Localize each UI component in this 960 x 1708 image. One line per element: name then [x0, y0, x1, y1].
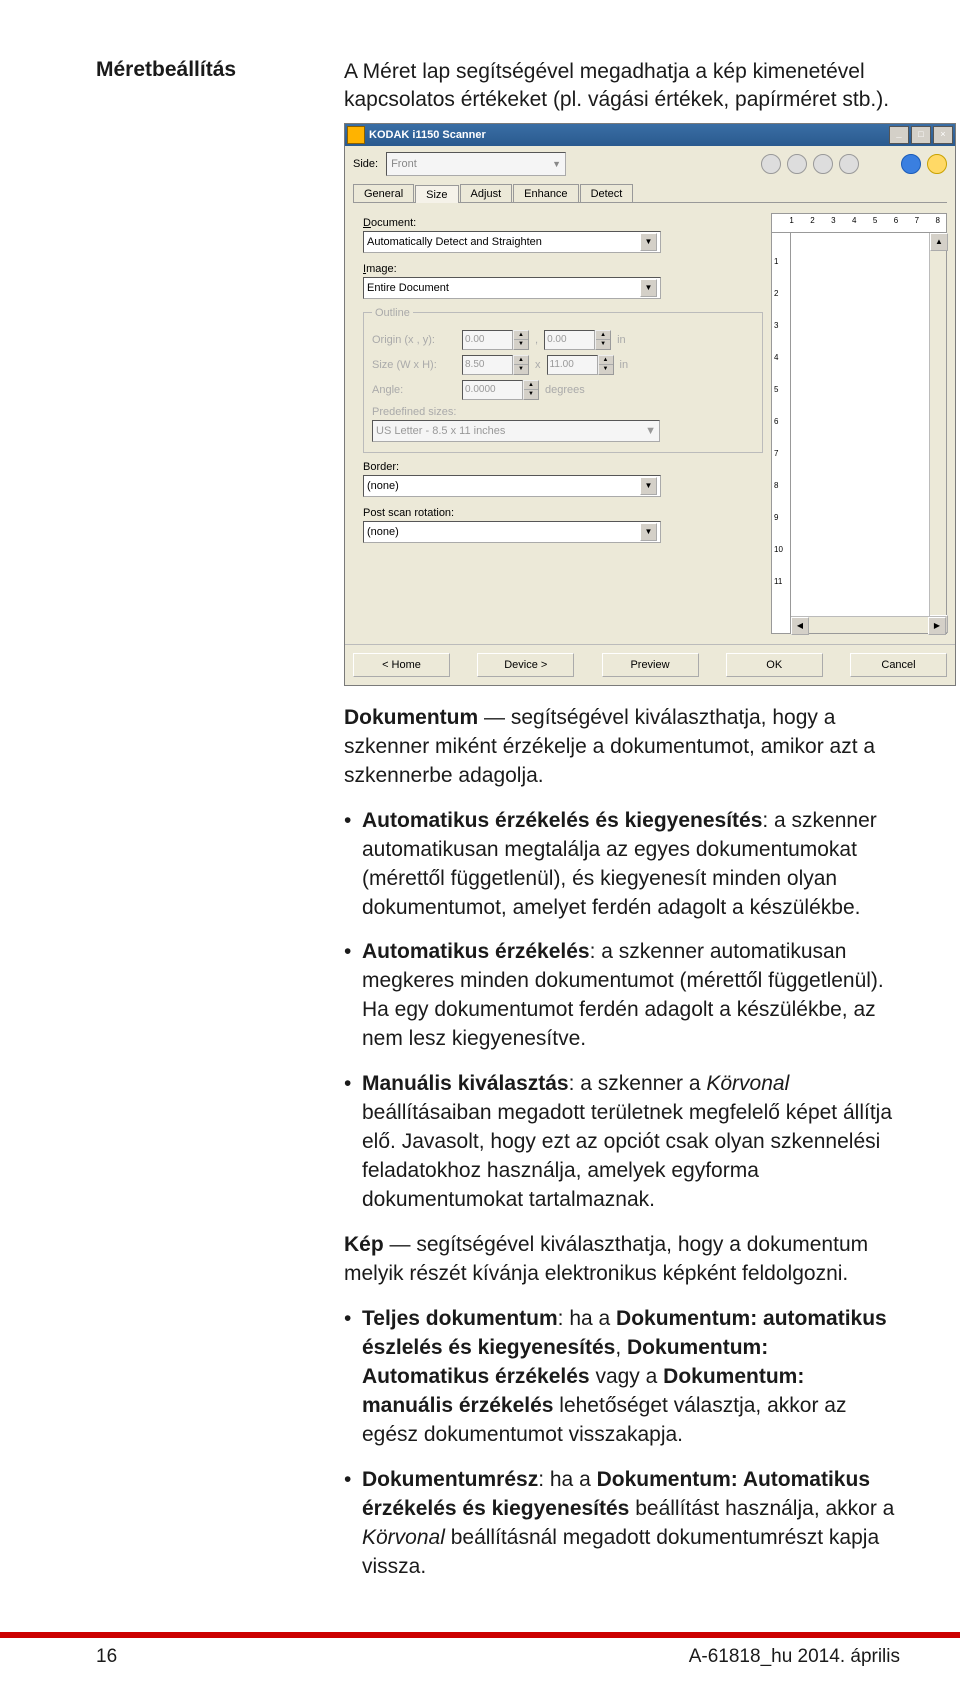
- border-select-value: (none): [367, 480, 399, 492]
- size-label: Size (W x H):: [372, 359, 462, 371]
- chevron-down-icon: ▼: [640, 477, 657, 495]
- side-select-value: Front: [391, 158, 417, 170]
- preview-pane: 1 2 3 4 5 6 7 8 9 10 11: [771, 233, 947, 634]
- size-w-spinner[interactable]: ▲▼: [513, 355, 529, 375]
- tab-size[interactable]: Size: [415, 185, 458, 203]
- ok-button[interactable]: OK: [726, 653, 823, 677]
- image-select[interactable]: Entire Document ▼: [363, 277, 661, 299]
- list-item: Automatikus érzékelés: a szkenner automa…: [344, 938, 900, 1054]
- border-select[interactable]: (none) ▼: [363, 475, 661, 497]
- body-text: Dokumentum — segítségével kiválaszthatja…: [344, 704, 900, 1582]
- document-select[interactable]: Automatically Detect and Straighten ▼: [363, 231, 661, 253]
- home-button[interactable]: < Home: [353, 653, 450, 677]
- tab-general[interactable]: General: [353, 184, 414, 202]
- size-h-spinner[interactable]: ▲▼: [598, 355, 614, 375]
- side-label: Side:: [353, 158, 378, 170]
- predef-select-value: US Letter - 8.5 x 11 inches: [376, 425, 505, 437]
- list-item: Automatikus érzékelés és kiegyenesítés: …: [344, 807, 900, 923]
- close-button[interactable]: ×: [933, 126, 953, 144]
- scrollbar-vertical[interactable]: ▲▼: [929, 233, 946, 633]
- tab-adjust[interactable]: Adjust: [460, 184, 513, 202]
- angle-input[interactable]: 0.0000: [462, 380, 523, 400]
- page-number: 16: [96, 1646, 117, 1668]
- image-label: Image:: [363, 263, 763, 275]
- preview-tool-icon[interactable]: [813, 154, 833, 174]
- list-item: Teljes dokumentum: ha a Dokumentum: auto…: [344, 1305, 900, 1450]
- ruler-vertical: 1 2 3 4 5 6 7 8 9 10 11: [772, 233, 791, 633]
- app-icon: [347, 126, 365, 144]
- angle-label: Angle:: [372, 384, 462, 396]
- outline-fieldset: Outline Origin (x , y): 0.00▲▼ , 0.00▲▼ …: [363, 307, 763, 453]
- minimize-button[interactable]: _: [889, 126, 909, 144]
- postscan-label: Post scan rotation:: [363, 507, 763, 519]
- angle-spinner[interactable]: ▲▼: [523, 380, 539, 400]
- tab-enhance[interactable]: Enhance: [513, 184, 578, 202]
- size-w-input[interactable]: 8.50: [462, 355, 513, 375]
- preview-button[interactable]: Preview: [602, 653, 699, 677]
- postscan-select-value: (none): [367, 526, 399, 538]
- chevron-down-icon: ▼: [640, 233, 657, 251]
- origin-x-input[interactable]: 0.00: [462, 330, 513, 350]
- origin-unit: in: [617, 334, 626, 346]
- predef-label: Predefined sizes:: [372, 406, 456, 418]
- origin-y-spinner[interactable]: ▲▼: [595, 330, 611, 350]
- image-select-value: Entire Document: [367, 282, 449, 294]
- zoom-in-icon[interactable]: [761, 154, 781, 174]
- postscan-select[interactable]: (none) ▼: [363, 521, 661, 543]
- zoom-out-icon[interactable]: [787, 154, 807, 174]
- chevron-down-icon: ▼: [640, 279, 657, 297]
- size-h-input[interactable]: 11.00: [547, 355, 598, 375]
- device-button[interactable]: Device >: [477, 653, 574, 677]
- origin-label: Origin (x , y):: [372, 334, 462, 346]
- info-icon[interactable]: [901, 154, 921, 174]
- list-item: Dokumentumrész: ha a Dokumentum: Automat…: [344, 1466, 900, 1582]
- section-heading: Méretbeállítás: [96, 58, 296, 82]
- document-label: DDocument:ocument:: [363, 217, 763, 229]
- screenshot-figure: KODAK i1150 Scanner _ □ × Side: Front ▼: [344, 123, 956, 686]
- section-intro: A Méret lap segítségével megadhatja a ké…: [344, 58, 900, 115]
- window-titlebar: KODAK i1150 Scanner _ □ ×: [345, 124, 955, 146]
- angle-unit: degrees: [545, 384, 585, 396]
- outline-legend: Outline: [372, 307, 413, 319]
- side-select[interactable]: Front ▼: [386, 152, 566, 176]
- chevron-down-icon: ▼: [640, 523, 657, 541]
- help-icon[interactable]: [927, 154, 947, 174]
- cancel-button[interactable]: Cancel: [850, 653, 947, 677]
- document-select-value: Automatically Detect and Straighten: [367, 236, 542, 248]
- preview-quality-icon[interactable]: [839, 154, 859, 174]
- tab-detect[interactable]: Detect: [580, 184, 634, 202]
- window-title: KODAK i1150 Scanner: [369, 129, 889, 141]
- chevron-down-icon: ▼: [645, 425, 656, 437]
- predef-select: US Letter - 8.5 x 11 inches ▼: [372, 420, 660, 442]
- size-unit: in: [620, 359, 629, 371]
- maximize-button[interactable]: □: [911, 126, 931, 144]
- border-label: Border:: [363, 461, 763, 473]
- origin-x-spinner[interactable]: ▲▼: [513, 330, 529, 350]
- scrollbar-horizontal[interactable]: ◀▶: [791, 616, 946, 633]
- ruler-horizontal: 1 2 3 4 5 6 7 8: [771, 213, 947, 233]
- document-id: A-61818_hu 2014. április: [689, 1646, 900, 1668]
- tab-bar: General Size Adjust Enhance Detect: [353, 184, 947, 203]
- origin-y-input[interactable]: 0.00: [544, 330, 595, 350]
- chevron-down-icon: ▼: [552, 159, 561, 169]
- list-item: Manuális kiválasztás: a szkenner a Körvo…: [344, 1070, 900, 1215]
